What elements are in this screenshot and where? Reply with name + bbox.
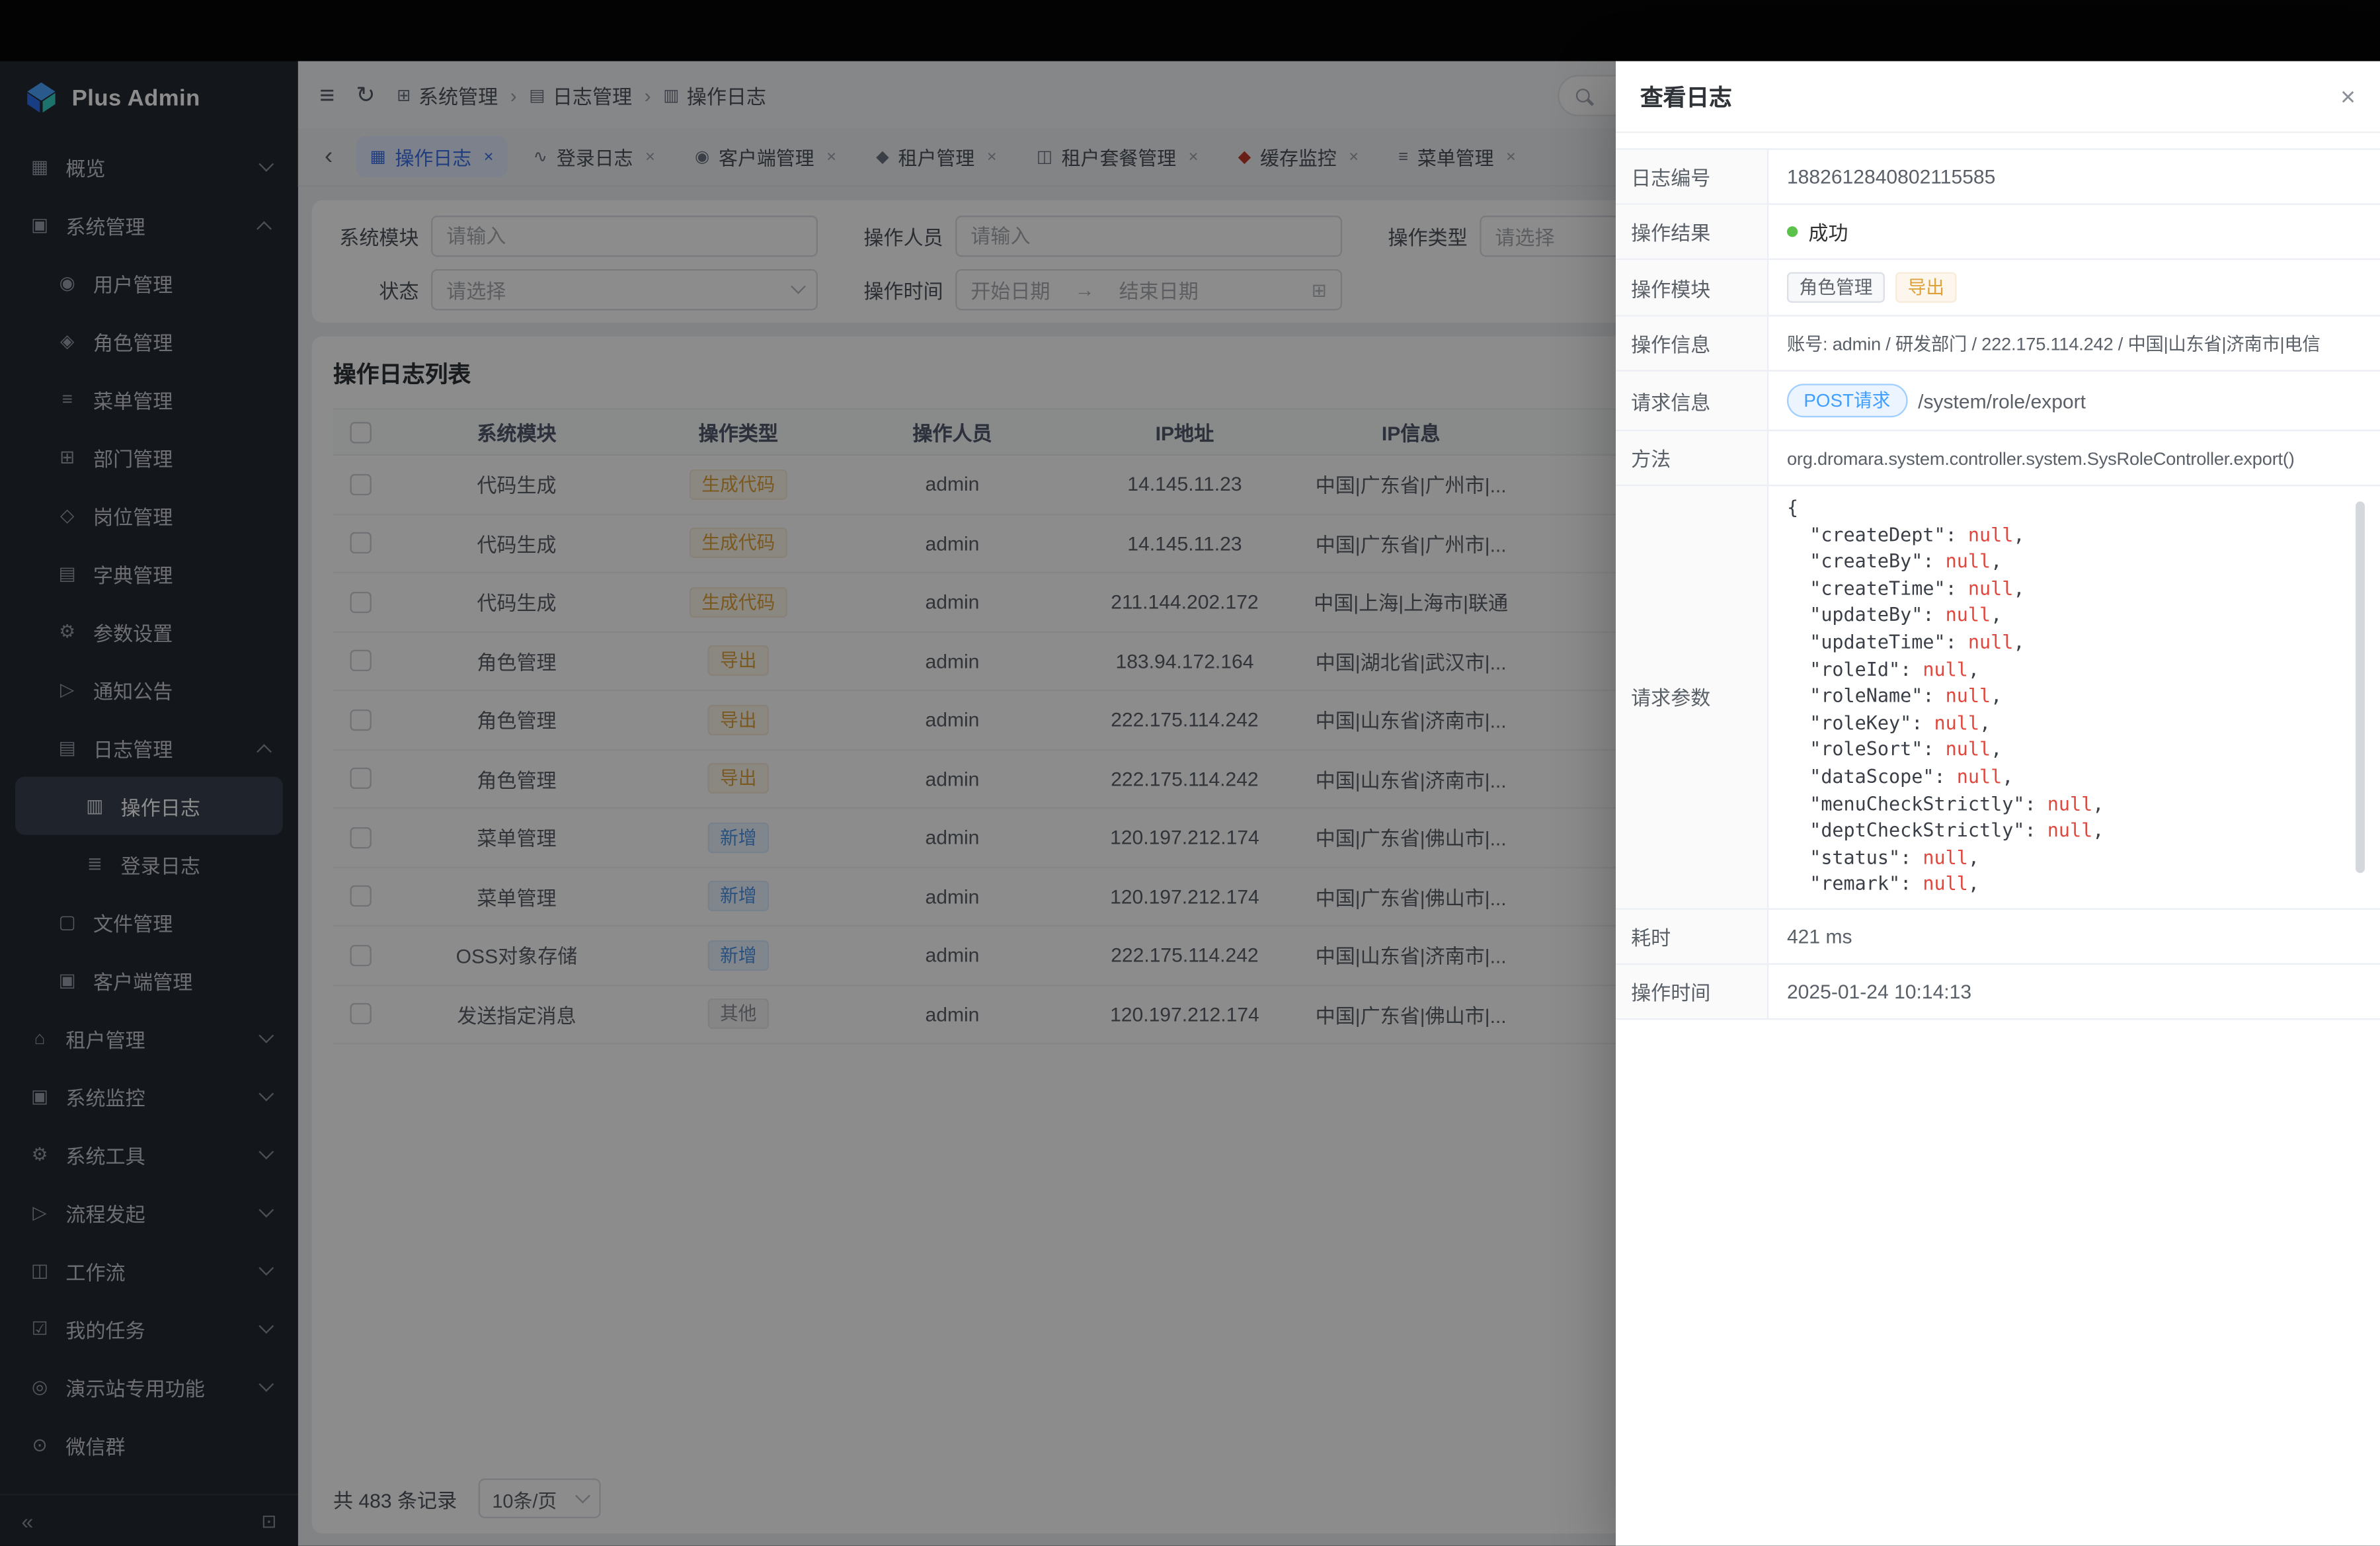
json-key: "deptCheckStrictly" bbox=[1787, 820, 2025, 841]
log-id-label: 日志编号 bbox=[1616, 150, 1768, 204]
json-key: "roleName" bbox=[1787, 685, 1923, 706]
module-value: 角色管理 导出 bbox=[1768, 260, 2380, 315]
json-line: "dataScope": null, bbox=[1787, 764, 2365, 792]
json-null-value: null bbox=[1968, 631, 2013, 653]
time-label: 操作时间 bbox=[1616, 965, 1768, 1018]
method-text: org.dromara.system.controller.system.Sys… bbox=[1787, 447, 2295, 468]
json-null-value: null bbox=[2047, 793, 2092, 814]
json-line: "createDept": null, bbox=[1787, 522, 2365, 549]
success-dot-icon bbox=[1787, 226, 1798, 237]
json-null-value: null bbox=[1923, 659, 1967, 680]
screen: Plus Admin ▦概览▣系统管理◉用户管理◈角色管理≡菜单管理⊞部门管理◇… bbox=[0, 0, 2380, 1546]
json-line: "roleId": null, bbox=[1787, 657, 2365, 684]
module-label: 操作模块 bbox=[1616, 260, 1768, 315]
drawer-row-duration: 耗时 421 ms bbox=[1616, 910, 2380, 965]
duration-label: 耗时 bbox=[1616, 910, 1768, 963]
drawer-body: 日志编号 1882612840802115585 操作结果 成功 操作模块 角色… bbox=[1616, 133, 2380, 1545]
json-null-value: null bbox=[1934, 712, 1979, 733]
json-null-value: null bbox=[1923, 846, 1967, 868]
json-null-value: null bbox=[1957, 766, 2002, 787]
json-line: "updateBy": null, bbox=[1787, 603, 2365, 630]
info-value: 账号: admin / 研发部门 / 222.175.114.242 / 中国|… bbox=[1768, 317, 2380, 370]
json-line: "menuCheckStrictly": null, bbox=[1787, 792, 2365, 819]
drawer-row-params: 请求参数 { "createDept": null, "createBy": n… bbox=[1616, 486, 2380, 909]
method-label: 方法 bbox=[1616, 431, 1768, 485]
json-key: "roleId" bbox=[1787, 659, 1900, 680]
result-value: 成功 bbox=[1768, 205, 2380, 259]
json-line: "createTime": null, bbox=[1787, 576, 2365, 603]
params-code-block: { "createDept": null, "createBy": null, … bbox=[1787, 495, 2365, 899]
drawer-row-info: 操作信息 账号: admin / 研发部门 / 222.175.114.242 … bbox=[1616, 317, 2380, 372]
post-request-tag: POST请求 bbox=[1787, 384, 1907, 417]
json-line: "remark": null, bbox=[1787, 872, 2365, 899]
json-null-value: null bbox=[1946, 551, 1991, 572]
result-label: 操作结果 bbox=[1616, 205, 1768, 259]
drawer-row-request: 请求信息 POST请求 /system/role/export bbox=[1616, 372, 2380, 431]
info-label: 操作信息 bbox=[1616, 317, 1768, 370]
view-log-drawer: 查看日志 × 日志编号 1882612840802115585 操作结果 成功 … bbox=[1616, 61, 2380, 1545]
params-label: 请求参数 bbox=[1616, 486, 1768, 908]
drawer-title: 查看日志 bbox=[1640, 80, 1732, 112]
request-value: POST请求 /system/role/export bbox=[1768, 372, 2380, 430]
time-value: 2025-01-24 10:14:13 bbox=[1768, 965, 2380, 1018]
drawer-row-log-id: 日志编号 1882612840802115585 bbox=[1616, 150, 2380, 205]
method-value: org.dromara.system.controller.system.Sys… bbox=[1768, 431, 2380, 485]
json-line: "roleName": null, bbox=[1787, 684, 2365, 711]
params-scrollbar[interactable] bbox=[2356, 501, 2365, 872]
json-key: "createBy" bbox=[1787, 551, 1923, 572]
json-line: "roleSort": null, bbox=[1787, 737, 2365, 764]
json-null-value: null bbox=[1923, 874, 1967, 895]
request-label: 请求信息 bbox=[1616, 372, 1768, 430]
drawer-row-result: 操作结果 成功 bbox=[1616, 205, 2380, 260]
json-line: "deptCheckStrictly": null, bbox=[1787, 818, 2365, 845]
json-null-value: null bbox=[1968, 524, 2013, 545]
json-line: "updateTime": null, bbox=[1787, 630, 2365, 657]
duration-value: 421 ms bbox=[1768, 910, 2380, 963]
request-url: /system/role/export bbox=[1918, 389, 2086, 412]
json-line: { bbox=[1787, 495, 2365, 522]
log-detail-table: 日志编号 1882612840802115585 操作结果 成功 操作模块 角色… bbox=[1616, 148, 2380, 1020]
json-key: "updateTime" bbox=[1787, 631, 1946, 653]
json-null-value: null bbox=[2047, 820, 2092, 841]
module-action-tag: 导出 bbox=[1895, 272, 1957, 303]
close-icon[interactable]: × bbox=[2340, 83, 2356, 109]
json-null-value: null bbox=[1946, 604, 1991, 626]
json-key: "updateBy" bbox=[1787, 604, 1923, 626]
module-tag: 角色管理 bbox=[1787, 272, 1885, 303]
params-json: { "createDept": null, "createBy": null, … bbox=[1787, 495, 2365, 899]
json-key: "roleKey" bbox=[1787, 712, 1911, 733]
drawer-header: 查看日志 × bbox=[1616, 61, 2380, 133]
json-key: "menuCheckStrictly" bbox=[1787, 793, 2025, 814]
log-id-value: 1882612840802115585 bbox=[1768, 150, 2380, 204]
params-value: { "createDept": null, "createBy": null, … bbox=[1768, 486, 2380, 908]
drawer-row-module: 操作模块 角色管理 导出 bbox=[1616, 260, 2380, 317]
drawer-row-time: 操作时间 2025-01-24 10:14:13 bbox=[1616, 965, 2380, 1020]
json-line: "status": null, bbox=[1787, 845, 2365, 872]
json-key: "status" bbox=[1787, 846, 1900, 868]
drawer-row-method: 方法 org.dromara.system.controller.system.… bbox=[1616, 431, 2380, 486]
result-text: 成功 bbox=[1808, 217, 1848, 246]
json-null-value: null bbox=[1946, 685, 1991, 706]
json-line: "createBy": null, bbox=[1787, 549, 2365, 577]
json-key: "remark" bbox=[1787, 874, 1900, 895]
json-key: "dataScope" bbox=[1787, 766, 1934, 787]
json-key: "createDept" bbox=[1787, 524, 1946, 545]
json-line: "roleKey": null, bbox=[1787, 711, 2365, 738]
json-key: "roleSort" bbox=[1787, 739, 1923, 760]
info-text: 账号: admin / 研发部门 / 222.175.114.242 / 中国|… bbox=[1787, 330, 2320, 356]
json-key: "createTime" bbox=[1787, 578, 1946, 599]
json-null-value: null bbox=[1946, 739, 1991, 760]
json-null-value: null bbox=[1968, 578, 2013, 599]
